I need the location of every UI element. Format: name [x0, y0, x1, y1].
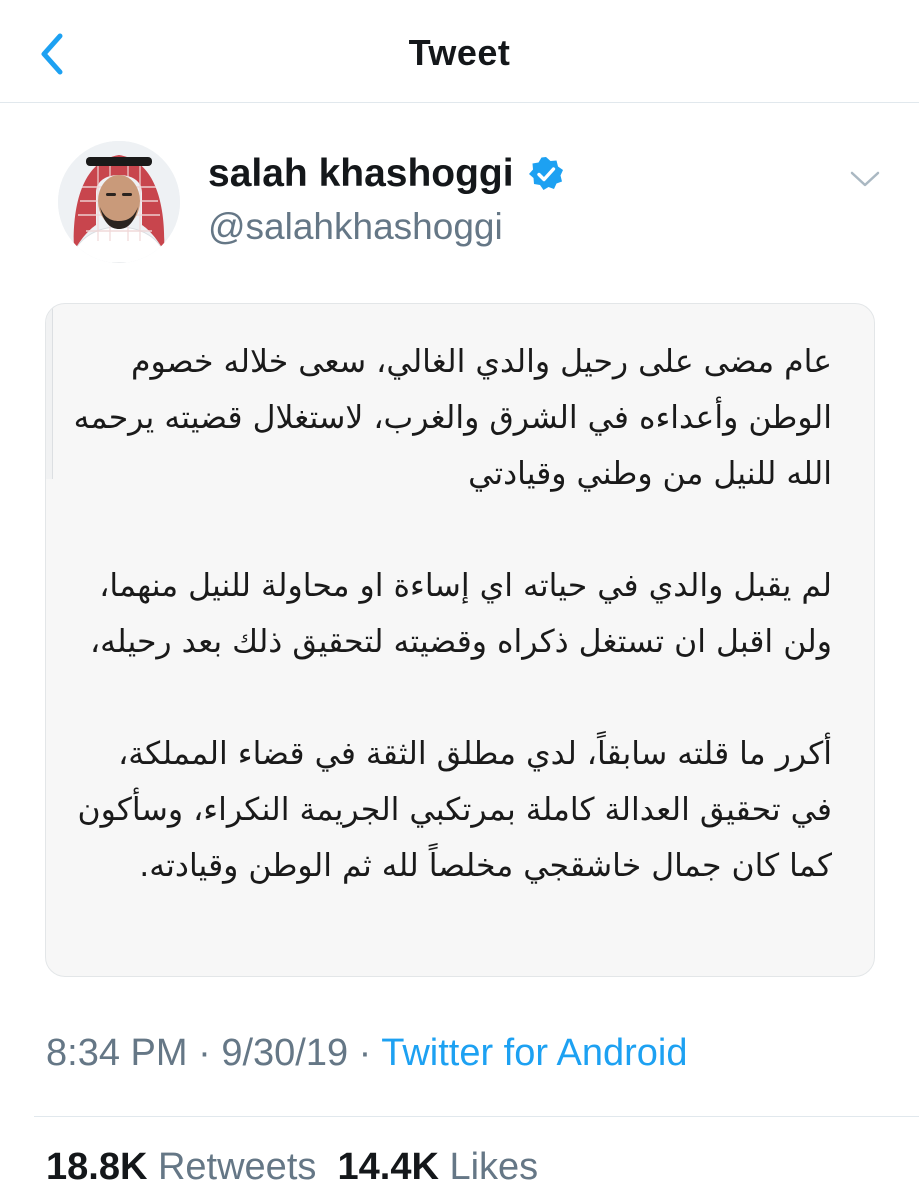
- card-edge: [46, 304, 53, 479]
- likes-stat[interactable]: 14.4K Likes: [338, 1146, 539, 1188]
- tweet-paragraph: أكرر ما قلته سابقاً، لدي مطلق الثقة في ق…: [77, 736, 833, 884]
- more-options-button[interactable]: [848, 168, 882, 190]
- verified-badge-icon: [528, 157, 563, 190]
- tweet-paragraph: لم يقبل والدي في حياته اي إساءة او محاول…: [89, 568, 832, 660]
- avatar[interactable]: [58, 141, 180, 263]
- retweets-label: Retweets: [157, 1146, 317, 1188]
- tweet-stats: 18.8K Retweets 14.4K Likes: [46, 1146, 538, 1189]
- meta-separator: ·: [198, 1032, 211, 1074]
- tweet-source-link[interactable]: Twitter for Android: [381, 1032, 687, 1074]
- tweet-image-card[interactable]: عام مضى على رحيل والدي الغالي، سعى خلاله…: [45, 303, 875, 977]
- author-display-name[interactable]: salah khashoggi: [208, 152, 514, 196]
- retweets-count: 18.8K: [46, 1146, 148, 1188]
- retweets-stat[interactable]: 18.8K Retweets: [46, 1146, 316, 1188]
- likes-count: 14.4K: [337, 1146, 439, 1188]
- page-title: Tweet: [408, 32, 511, 73]
- author-name-row[interactable]: salah khashoggi: [208, 152, 564, 196]
- avatar-photo: [58, 141, 180, 263]
- tweet-paragraph: عام مضى على رحيل والدي الغالي، سعى خلاله…: [73, 344, 832, 492]
- author-handle[interactable]: @salahkhashoggi: [208, 206, 503, 248]
- tweet-date: 9/30/19: [221, 1032, 349, 1074]
- chevron-down-icon: [850, 171, 880, 187]
- tweet-text: عام مضى على رحيل والدي الغالي، سعى خلاله…: [72, 334, 832, 950]
- tweet-time: 8:34 PM: [46, 1032, 188, 1074]
- divider: [34, 1116, 919, 1117]
- meta-separator: ·: [358, 1032, 372, 1074]
- likes-label: Likes: [449, 1146, 539, 1188]
- tweet-meta: 8:34 PM · 9/30/19 · Twitter for Android: [46, 1032, 687, 1075]
- top-bar: Tweet: [0, 0, 919, 103]
